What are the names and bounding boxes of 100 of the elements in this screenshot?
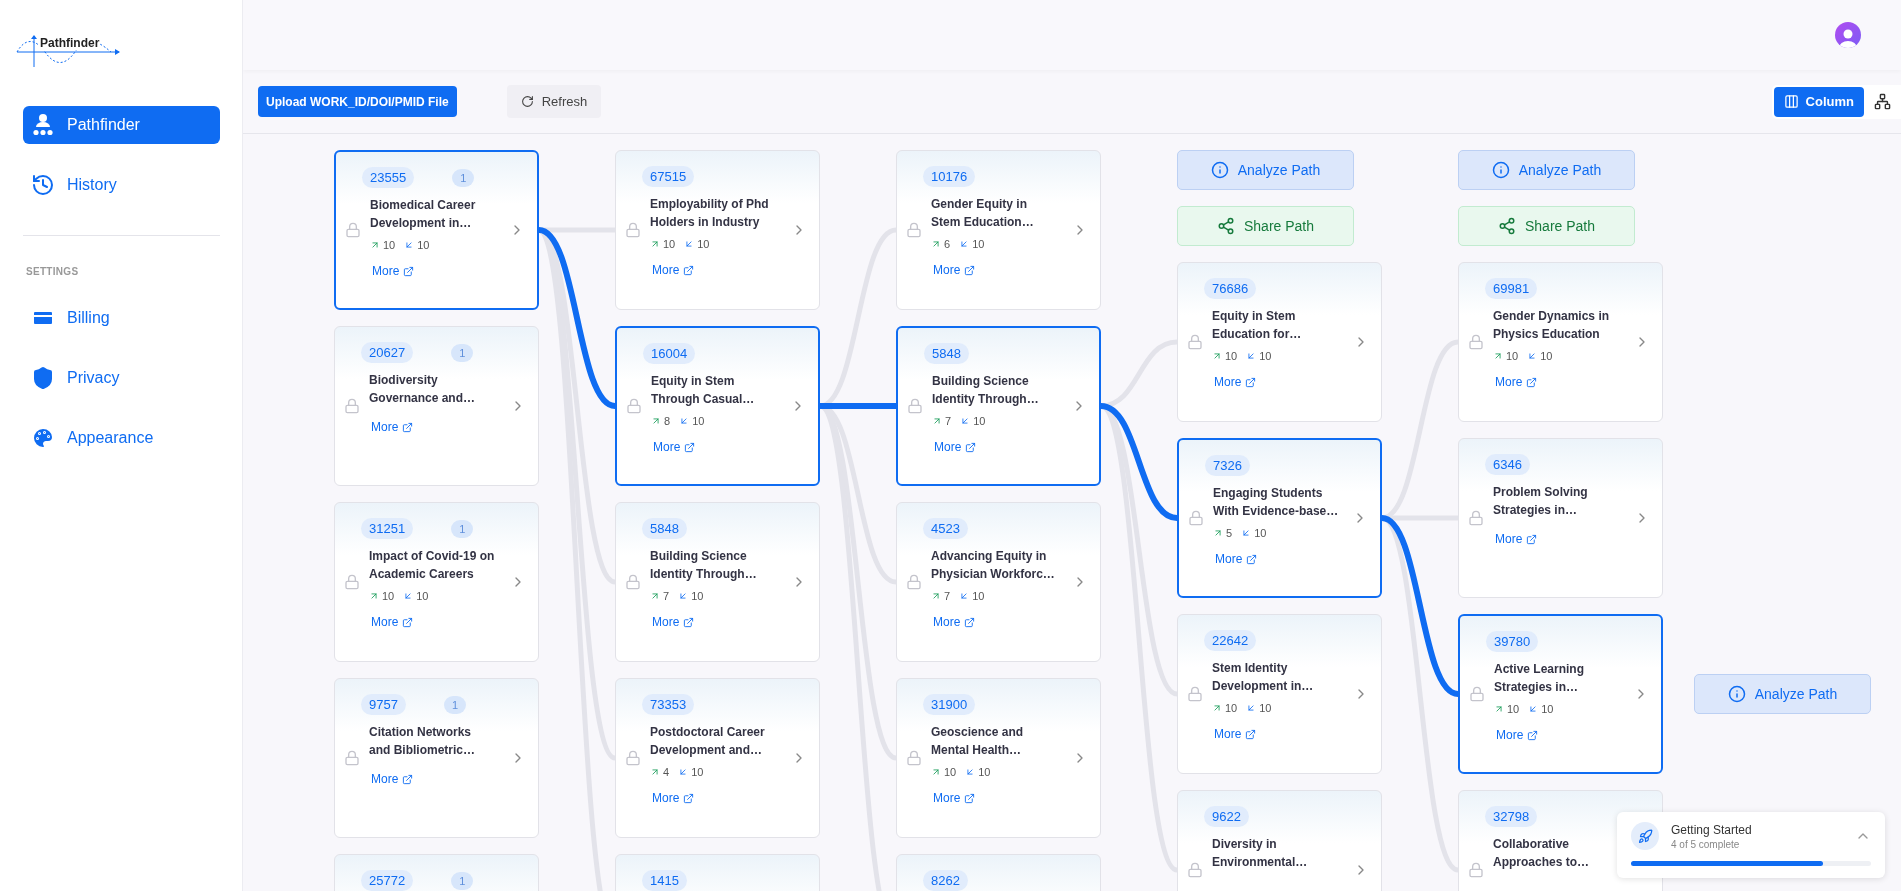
more-link[interactable]: More — [1496, 728, 1633, 742]
cited-count: 10 — [1225, 350, 1238, 362]
share-path-button[interactable]: Share Path — [1458, 206, 1635, 246]
paper-id: 20627 — [361, 342, 414, 363]
paper-card[interactable]: 31251 1 Impact of Covid-19 on Academic Careers 10 10 More — [334, 502, 539, 662]
nav-item[interactable]: History — [23, 166, 220, 204]
external-link-icon — [1526, 533, 1538, 545]
more-link[interactable]: More — [371, 420, 510, 434]
nav-item[interactable]: Pathfinder — [23, 106, 220, 144]
external-link-icon — [965, 441, 977, 453]
cited-count: 7 — [944, 590, 951, 602]
paper-id: 22642 — [1204, 630, 1257, 651]
paper-title: Diversity in Environmental… — [1212, 836, 1309, 871]
lock-icon — [1187, 334, 1203, 350]
paper-card[interactable]: 31900 Geoscience and Mental Health… 10 10 More — [896, 678, 1101, 838]
paper-card[interactable]: 4523 Advancing Equity in Physician Workforc… 7 10 More — [896, 502, 1101, 662]
more-link[interactable]: More — [1214, 727, 1353, 741]
reference-count: 10 — [1259, 702, 1272, 714]
cited-count: 10 — [1507, 703, 1520, 715]
analyze-path-button[interactable]: Analyze Path — [1177, 150, 1354, 190]
reference-count: 10 — [972, 238, 985, 250]
paper-card[interactable]: 7326 Engaging Students With Evidence-base… 5 10 More — [1177, 438, 1382, 598]
more-link[interactable]: More — [933, 615, 1072, 629]
paper-title: Biodiversity Governance and… — [369, 372, 477, 407]
palette-icon — [31, 426, 55, 450]
more-link[interactable]: More — [933, 263, 1072, 277]
nav-item[interactable]: Appearance — [23, 419, 220, 457]
more-link[interactable]: More — [1495, 532, 1634, 546]
count-badge: 1 — [451, 343, 474, 362]
arrow-up-right-icon — [931, 591, 941, 601]
paper-id: 9757 — [361, 694, 406, 715]
paper-card[interactable]: 73353 Postdoctoral Career Development and… 4 10 More — [615, 678, 820, 838]
refresh-button[interactable]: Refresh — [506, 85, 602, 118]
lock-icon — [1469, 686, 1485, 702]
paper-card[interactable]: 9757 1 Citation Networks and Bibliometric… More — [334, 678, 539, 838]
reference-count: 10 — [691, 766, 704, 778]
more-link[interactable]: More — [371, 615, 510, 629]
paper-title: Building Science Identity Through… — [932, 373, 1040, 408]
external-link-icon — [964, 792, 976, 804]
paper-title: Building Science Identity Through… — [650, 548, 758, 583]
arrow-up-right-icon — [650, 591, 660, 601]
paper-card[interactable]: 1415 — [615, 854, 820, 891]
paper-title: Gender Dynamics in Physics Education — [1493, 308, 1611, 343]
nav-item[interactable]: Billing — [23, 299, 220, 337]
view-toggle[interactable]: Column — [1773, 86, 1864, 117]
analyze-path-button[interactable]: Analyze Path — [1694, 674, 1871, 714]
reference-count: 10 — [978, 766, 991, 778]
upload-button[interactable]: Upload WORK_ID/DOI/PMID File — [258, 86, 457, 117]
paper-card[interactable]: 5848 Building Science Identity Through… 7 10 More — [615, 502, 820, 662]
paper-id: 73353 — [642, 694, 695, 715]
share-path-button[interactable]: Share Path — [1177, 206, 1354, 246]
paper-card[interactable]: 25772 1 — [334, 854, 539, 891]
external-link-icon — [964, 616, 976, 628]
lock-icon — [906, 574, 922, 590]
cited-count: 10 — [383, 239, 396, 251]
paper-id: 25772 — [361, 870, 414, 891]
paper-card[interactable]: 76686 Equity in Stem Education for… 10 10 More — [1177, 262, 1382, 422]
paper-id: 5848 — [642, 518, 687, 539]
arrow-down-left-icon — [959, 239, 970, 249]
more-link[interactable]: More — [652, 263, 791, 277]
more-link[interactable]: More — [1214, 375, 1353, 389]
paper-title: Gender Equity in Stem Education… — [931, 196, 1035, 231]
paper-card[interactable]: 67515 Employability of Phd Holders in Industry 10 10 More — [615, 150, 820, 310]
more-link[interactable]: More — [652, 791, 791, 805]
paper-id: 69981 — [1485, 278, 1538, 299]
more-link[interactable]: More — [372, 264, 509, 278]
more-link[interactable]: More — [371, 772, 510, 786]
more-link[interactable]: More — [934, 440, 1071, 454]
paper-title: Geoscience and Mental Health… — [931, 724, 1025, 759]
analyze-path-button[interactable]: Analyze Path — [1458, 150, 1635, 190]
more-link[interactable]: More — [653, 440, 790, 454]
paper-card[interactable]: 5848 Building Science Identity Through… 7 10 More — [896, 326, 1101, 486]
paper-card[interactable]: 16004 Equity in Stem Through Casual… 8 10 More — [615, 326, 820, 486]
paper-id: 31251 — [361, 518, 414, 539]
paper-card[interactable]: 9622 Diversity in Environmental… — [1177, 790, 1382, 891]
paper-card[interactable]: 23555 1 Biomedical Career Development in… 10 10 More — [334, 150, 539, 310]
network-icon — [1874, 93, 1891, 110]
paper-card[interactable]: 22642 Stem Identity Development in… 10 10 More — [1177, 614, 1382, 774]
more-link[interactable]: More — [1495, 375, 1634, 389]
arrow-up-right-icon — [1493, 351, 1503, 361]
more-link[interactable]: More — [652, 615, 791, 629]
paper-card[interactable]: 39780 Active Learning Strategies in… 10 10 More — [1458, 614, 1663, 774]
paper-card[interactable]: 69981 Gender Dynamics in Physics Education 10 10 More — [1458, 262, 1663, 422]
more-link[interactable]: More — [1215, 552, 1352, 566]
reference-count: 10 — [691, 590, 704, 602]
paper-title: Equity in Stem Education for… — [1212, 308, 1303, 343]
external-link-icon — [1527, 729, 1539, 741]
getting-started-toast[interactable]: Getting Started 4 of 5 complete — [1617, 812, 1885, 878]
paper-card[interactable]: 20627 1 Biodiversity Governance and… More — [334, 326, 539, 486]
paper-card[interactable]: 8262 — [896, 854, 1101, 891]
paper-card[interactable]: 10176 Gender Equity in Stem Education… 6 10 More — [896, 150, 1101, 310]
arrow-up-right-icon — [931, 239, 941, 249]
arrow-down-left-icon — [1246, 703, 1257, 713]
nav-item[interactable]: Privacy — [23, 359, 220, 397]
arrow-down-left-icon — [403, 591, 414, 601]
paper-card[interactable]: 6346 Problem Solving Strategies in… More — [1458, 438, 1663, 598]
external-link-icon — [1245, 376, 1257, 388]
count-badge: 1 — [452, 168, 475, 187]
avatar[interactable] — [1835, 22, 1861, 48]
more-link[interactable]: More — [933, 791, 1072, 805]
